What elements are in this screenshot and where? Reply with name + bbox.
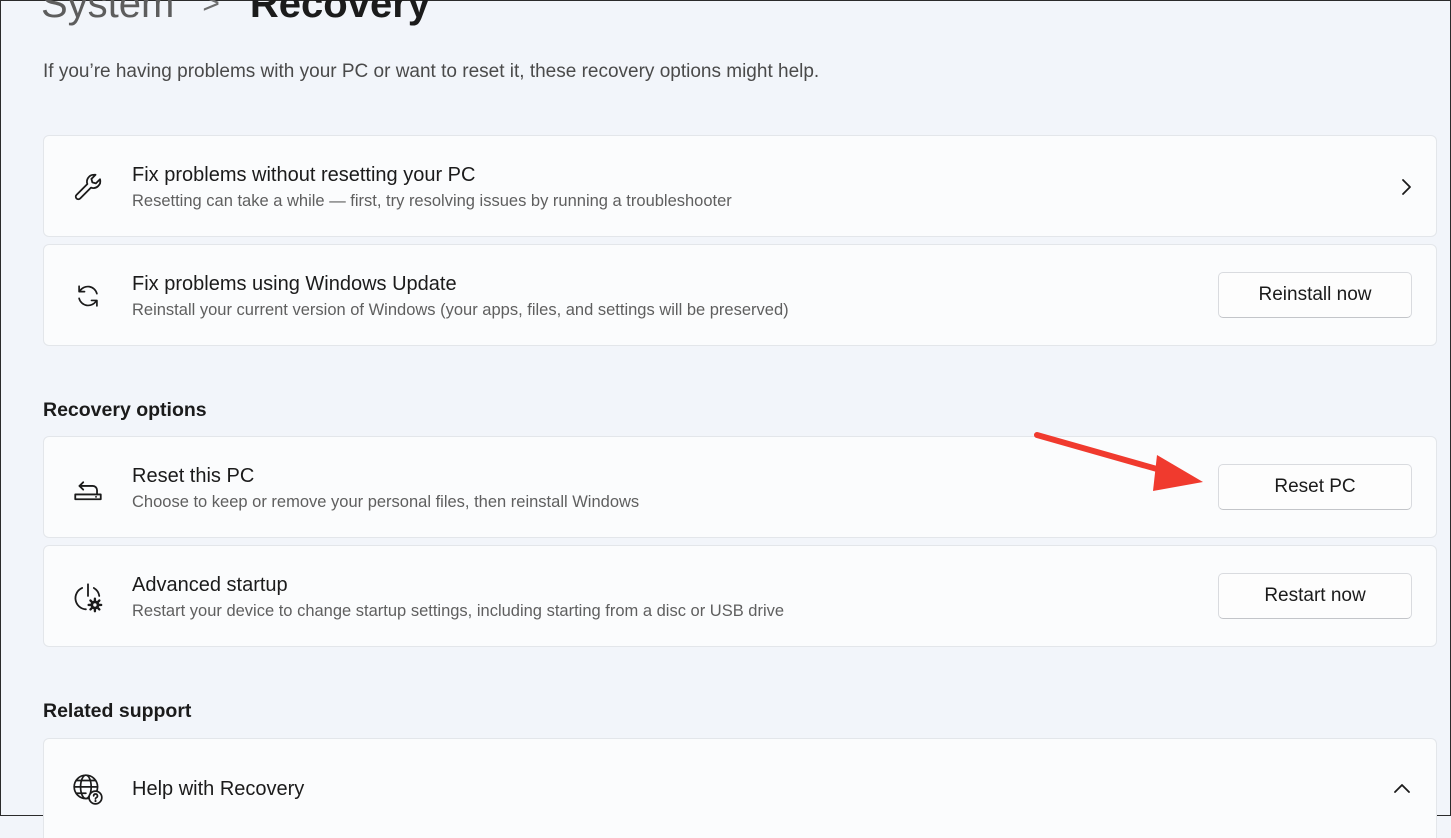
refresh-icon <box>68 276 108 316</box>
reset-pc-card: Reset this PC Choose to keep or remove y… <box>43 436 1437 538</box>
card-subtitle: Restart your device to change startup se… <box>132 602 785 620</box>
card-subtitle: Resetting can take a while — first, try … <box>132 192 732 210</box>
reinstall-now-button[interactable]: Reinstall now <box>1218 272 1412 318</box>
advanced-startup-card: Advanced startup Restart your device to … <box>43 545 1437 647</box>
section-heading-related-support: Related support <box>43 700 192 722</box>
breadcrumb: System > Recovery <box>41 0 430 27</box>
chevron-up-icon[interactable] <box>1392 779 1412 799</box>
reset-pc-button[interactable]: Reset PC <box>1218 464 1412 510</box>
card-subtitle: Reinstall your current version of Window… <box>132 301 789 319</box>
fix-problems-card[interactable]: Fix problems without resetting your PC R… <box>43 135 1437 237</box>
card-title: Fix problems without resetting your PC <box>132 164 476 186</box>
intro-text: If you’re having problems with your PC o… <box>43 61 820 82</box>
restart-now-button[interactable]: Restart now <box>1218 573 1412 619</box>
advanced-startup-icon <box>68 577 108 617</box>
card-title: Advanced startup <box>132 574 288 596</box>
card-title: Fix problems using Windows Update <box>132 273 457 295</box>
card-subtitle: Choose to keep or remove your personal f… <box>132 493 640 511</box>
card-title: Reset this PC <box>132 465 255 487</box>
breadcrumb-separator: > <box>202 0 220 20</box>
page-title: Recovery <box>249 0 431 26</box>
card-title: Help with Recovery <box>132 778 305 800</box>
help-with-recovery-card[interactable]: Help with Recovery <box>43 738 1437 838</box>
breadcrumb-system[interactable]: System <box>41 0 174 27</box>
windows-update-card: Fix problems using Windows Update Reinst… <box>43 244 1437 346</box>
globe-help-icon <box>68 769 108 809</box>
wrench-icon <box>68 167 108 207</box>
section-heading-recovery-options: Recovery options <box>43 399 207 421</box>
reset-pc-icon <box>68 467 108 507</box>
chevron-right-icon <box>1396 177 1416 197</box>
